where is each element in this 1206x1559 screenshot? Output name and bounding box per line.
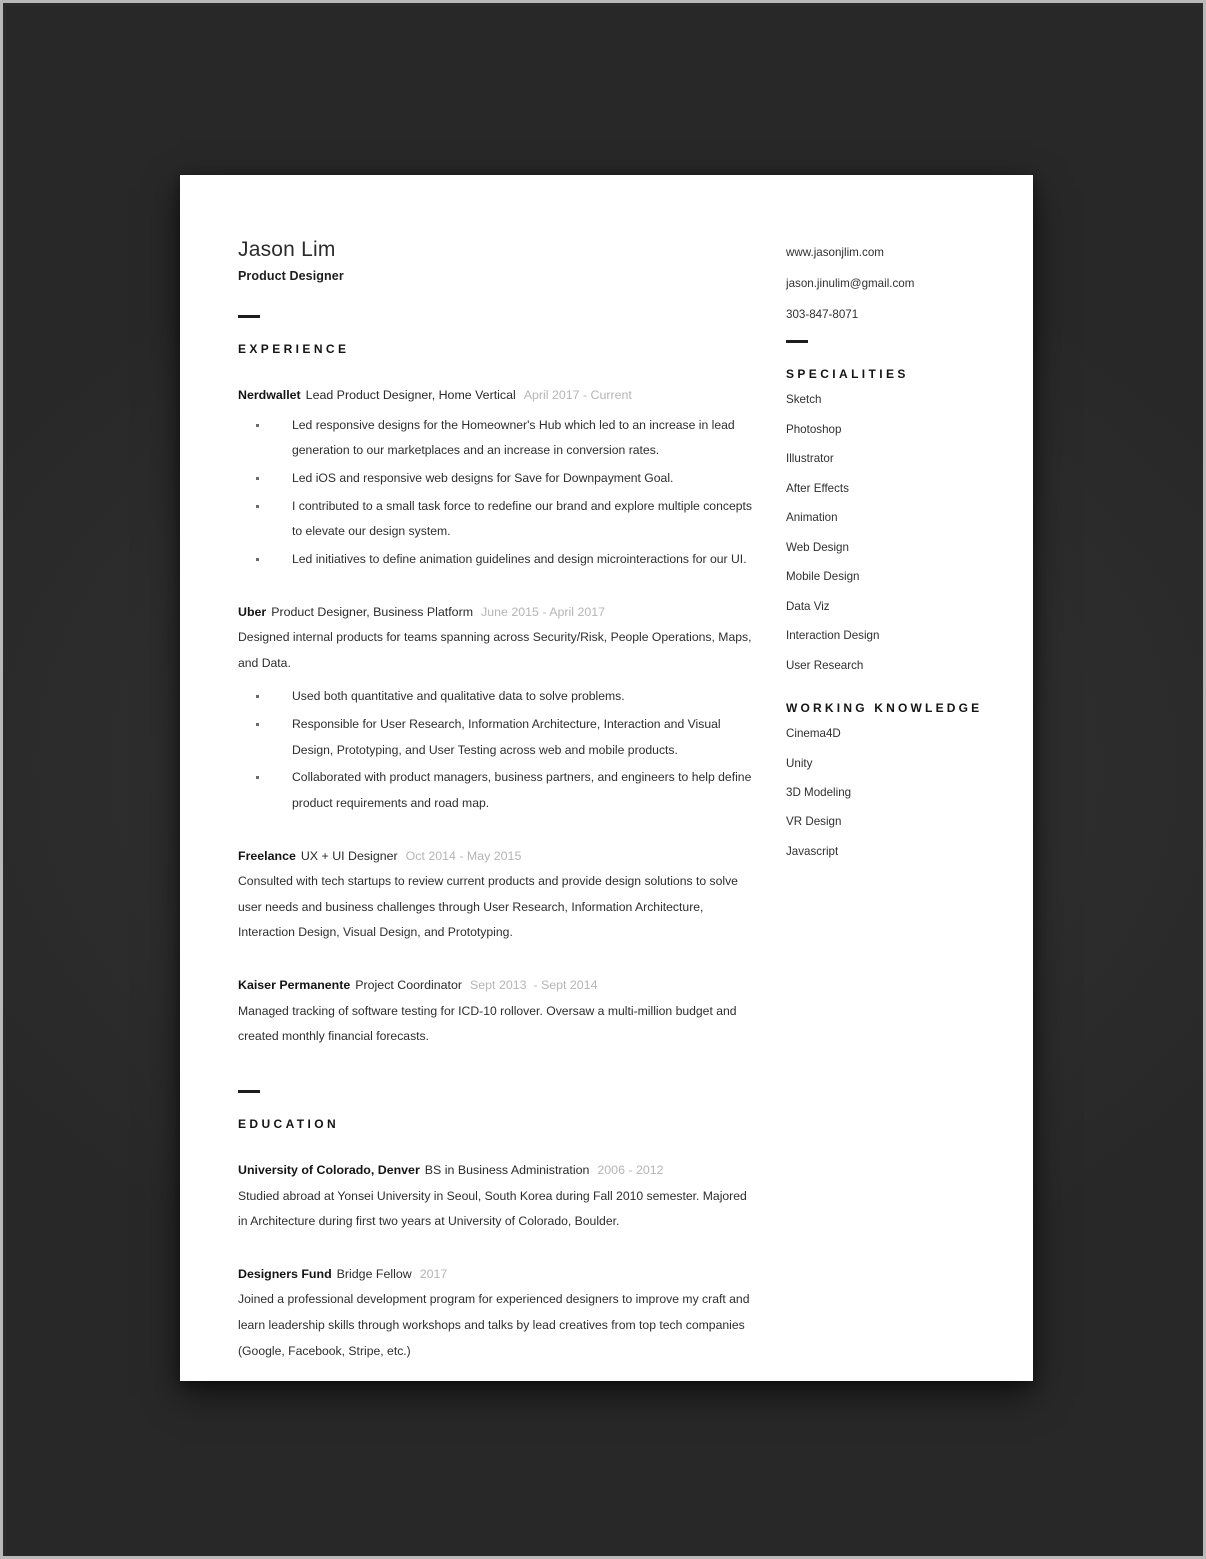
education-dates: 2006 - 2012 bbox=[597, 1162, 664, 1177]
resume-sidebar: www.jasonjlim.com jason.jinulim@gmail.co… bbox=[786, 175, 1001, 874]
experience-title: Project Coordinator bbox=[355, 978, 463, 993]
experience-description: Designed internal products for teams spa… bbox=[238, 630, 752, 670]
experience-entry: Kaiser Permanente Project Coordinator Sept… bbox=[238, 976, 763, 1050]
experience-org: Uber bbox=[238, 604, 267, 619]
specialities-list: Sketch Photoshop Illustrator After Effec… bbox=[786, 393, 1001, 673]
list-item: User Research bbox=[786, 658, 864, 672]
experience-description: Consulted with tech startups to review c… bbox=[238, 874, 738, 940]
education-entry-header: Designers Fund Bridge Fellow 2017 bbox=[238, 1265, 763, 1284]
list-item: Led initiatives to define animation guid… bbox=[238, 547, 763, 573]
image-frame: Jason Lim Product Designer EXPERIENCE Ne… bbox=[0, 0, 1206, 1559]
list-item: Used both quantitative and qualitative d… bbox=[238, 684, 763, 710]
education-entry-header: University of Colorado, Denver BS in Busi… bbox=[238, 1161, 763, 1180]
contact-block: www.jasonjlim.com jason.jinulim@gmail.co… bbox=[786, 175, 1001, 322]
list-item: Javascript bbox=[786, 844, 839, 858]
divider-specialities bbox=[786, 340, 808, 344]
list-item: Collaborated with product managers, busi… bbox=[238, 765, 763, 816]
experience-dates: Sept 2013 - Sept 2014 bbox=[470, 978, 598, 993]
working-knowledge-list: Cinema4D Unity 3D Modeling VR Design Jav… bbox=[786, 727, 1001, 859]
education-dates: 2017 bbox=[419, 1266, 448, 1281]
experience-entry-header: Freelance UX + UI Designer Oct 2014 - May … bbox=[238, 847, 763, 866]
education-description: Joined a professional development progra… bbox=[238, 1292, 750, 1358]
list-item: Web Design bbox=[786, 540, 849, 554]
experience-dates: April 2017 - Current bbox=[523, 388, 632, 403]
list-item: Photoshop bbox=[786, 422, 842, 436]
divider-experience bbox=[238, 315, 260, 319]
experience-title: UX + UI Designer bbox=[300, 848, 398, 863]
experience-entry: Freelance UX + UI Designer Oct 2014 - May … bbox=[238, 847, 763, 946]
list-item: Responsible for User Research, Informati… bbox=[238, 712, 763, 763]
list-item: Led responsive designs for the Homeowner… bbox=[238, 413, 763, 464]
resume-main-column: Jason Lim Product Designer EXPERIENCE Ne… bbox=[238, 175, 763, 1364]
section-heading-education: EDUCATION bbox=[238, 1116, 340, 1131]
section-heading-experience: EXPERIENCE bbox=[238, 342, 350, 357]
experience-dates: June 2015 - April 2017 bbox=[481, 604, 606, 619]
list-item: After Effects bbox=[786, 481, 849, 495]
experience-org: Freelance bbox=[238, 848, 296, 863]
experience-bullet-list: Led responsive designs for the Homeowner… bbox=[238, 413, 763, 573]
experience-entry: Uber Product Designer, Business Platform J… bbox=[238, 603, 763, 817]
education-entry: Designers Fund Bridge Fellow 2017 Joined a… bbox=[238, 1265, 763, 1364]
list-item: Data Viz bbox=[786, 599, 830, 613]
experience-org: Nerdwallet bbox=[238, 388, 301, 403]
section-heading-specialities: SPECIALITIES bbox=[786, 367, 909, 382]
list-item: 3D Modeling bbox=[786, 786, 852, 799]
list-item: Illustrator bbox=[786, 452, 834, 466]
list-item: I contributed to a small task force to r… bbox=[238, 494, 763, 545]
list-item: Mobile Design bbox=[786, 570, 860, 584]
education-org: Designers Fund bbox=[238, 1266, 332, 1281]
experience-entry-header: Kaiser Permanente Project Coordinator Sept… bbox=[238, 976, 763, 995]
experience-description: Managed tracking of software testing for… bbox=[238, 1003, 737, 1044]
experience-entry-header: Uber Product Designer, Business Platform J… bbox=[238, 603, 763, 622]
education-degree: Bridge Fellow bbox=[336, 1266, 412, 1281]
divider-education bbox=[238, 1089, 260, 1093]
list-item: Animation bbox=[786, 511, 838, 525]
contact-website[interactable]: www.jasonjlim.com bbox=[786, 245, 1001, 260]
list-item: Interaction Design bbox=[786, 629, 880, 643]
education-description: Studied abroad at Yonsei University in S… bbox=[238, 1188, 747, 1229]
list-item: Unity bbox=[786, 756, 813, 770]
experience-entry-header: Nerdwallet Lead Product Designer, Home Ve… bbox=[238, 386, 763, 405]
contact-email[interactable]: jason.jinulim@gmail.com bbox=[786, 276, 1001, 291]
experience-title: Lead Product Designer, Home Vertical bbox=[305, 388, 516, 403]
education-degree: BS in Business Administration bbox=[424, 1162, 590, 1177]
education-entry: University of Colorado, Denver BS in Busi… bbox=[238, 1161, 763, 1235]
section-heading-working-knowledge: WORKING KNOWLEDGE bbox=[786, 701, 983, 716]
list-item: Sketch bbox=[786, 393, 822, 407]
resume-page: Jason Lim Product Designer EXPERIENCE Ne… bbox=[180, 175, 1033, 1381]
experience-bullet-list: Used both quantitative and qualitative d… bbox=[238, 684, 763, 816]
experience-org: Kaiser Permanente bbox=[238, 978, 351, 993]
education-org: University of Colorado, Denver bbox=[238, 1162, 420, 1177]
page-title: Jason Lim bbox=[238, 238, 336, 261]
experience-title: Product Designer, Business Platform bbox=[271, 604, 474, 619]
list-item: Led iOS and responsive web designs for S… bbox=[238, 466, 763, 492]
experience-entry: Nerdwallet Lead Product Designer, Home Ve… bbox=[238, 386, 763, 572]
contact-phone[interactable]: 303-847-8071 bbox=[786, 307, 1001, 322]
working-knowledge-block: WORKING KNOWLEDGE Cinema4D Unity 3D Mode… bbox=[786, 701, 1001, 859]
job-role-subtitle: Product Designer bbox=[238, 269, 344, 284]
list-item: VR Design bbox=[786, 815, 842, 829]
list-item: Cinema4D bbox=[786, 727, 841, 741]
experience-dates: Oct 2014 - May 2015 bbox=[405, 848, 522, 863]
